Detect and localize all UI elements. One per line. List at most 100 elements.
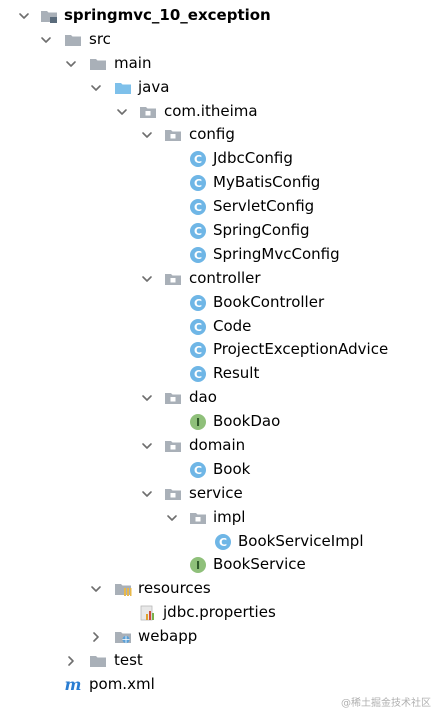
chevron-right-icon[interactable] [65, 655, 77, 667]
class-icon [189, 461, 207, 479]
project-tree: springmvc_10_exception src main java com… [0, 4, 439, 697]
properties-file-icon [139, 604, 157, 622]
tree-node-label: controller [189, 268, 261, 287]
class-icon [189, 198, 207, 216]
tree-node-webapp[interactable]: webapp [0, 625, 439, 649]
tree-node-label: springmvc_10_exception [64, 6, 271, 24]
package-icon [164, 485, 182, 503]
chevron-down-icon[interactable] [141, 273, 153, 285]
source-root-folder-icon [114, 79, 132, 97]
class-icon [189, 318, 207, 336]
tree-node-config[interactable]: config [0, 123, 439, 147]
tree-node-interface[interactable]: BookService [0, 553, 439, 577]
tree-node-label: resources [138, 579, 211, 598]
class-icon [189, 150, 207, 168]
class-icon [214, 533, 232, 551]
tree-node-class[interactable]: BookServiceImpl [0, 530, 439, 554]
tree-node-label: src [89, 29, 111, 48]
tree-node-impl[interactable]: impl [0, 506, 439, 530]
tree-node-label: impl [213, 507, 246, 526]
class-icon [189, 341, 207, 359]
tree-node-java[interactable]: java [0, 76, 439, 100]
tree-node-class[interactable]: SpringMvcConfig [0, 243, 439, 267]
tree-node-label: ServletConfig [213, 197, 315, 216]
folder-icon [89, 55, 107, 73]
tree-node-controller[interactable]: controller [0, 267, 439, 291]
resources-folder-icon [114, 580, 132, 598]
chevron-down-icon[interactable] [90, 82, 102, 94]
tree-node-label: ProjectExceptionAdvice [213, 340, 389, 359]
tree-node-interface[interactable]: BookDao [0, 410, 439, 434]
tree-node-label: SpringConfig [213, 221, 310, 240]
package-icon [139, 103, 157, 121]
tree-node-label: config [189, 125, 235, 144]
tree-node-label: pom.xml [89, 674, 155, 693]
class-icon [189, 246, 207, 264]
tree-node-label: webapp [138, 627, 198, 646]
interface-icon [189, 556, 207, 574]
chevron-down-icon[interactable] [166, 512, 178, 524]
folder-icon [89, 652, 107, 670]
tree-node-label: BookService [213, 555, 306, 574]
tree-node-service[interactable]: service [0, 482, 439, 506]
chevron-right-icon[interactable] [90, 631, 102, 643]
tree-node-label: BookController [213, 292, 325, 311]
package-icon [189, 509, 207, 527]
tree-node-test[interactable]: test [0, 649, 439, 673]
tree-node-label: BookServiceImpl [238, 531, 364, 550]
package-icon [164, 389, 182, 407]
watermark: @稀土掘金技术社区 [341, 698, 431, 709]
tree-node-class[interactable]: ProjectExceptionAdvice [0, 338, 439, 362]
tree-node-class[interactable]: BookController [0, 291, 439, 315]
tree-node-label: java [138, 77, 170, 96]
chevron-down-icon[interactable] [141, 392, 153, 404]
package-icon [164, 437, 182, 455]
tree-node-domain[interactable]: domain [0, 434, 439, 458]
tree-node-label: Book [213, 459, 251, 478]
tree-node-label: JdbcConfig [213, 149, 293, 168]
class-icon [189, 365, 207, 383]
chevron-down-icon[interactable] [65, 58, 77, 70]
chevron-down-icon[interactable] [40, 34, 52, 46]
tree-node-label: MyBatisConfig [213, 173, 321, 192]
class-icon [189, 174, 207, 192]
tree-node-src[interactable]: src [0, 28, 439, 52]
tree-node-class[interactable]: Code [0, 315, 439, 339]
class-icon [189, 222, 207, 240]
package-icon [164, 126, 182, 144]
tree-node-label: Code [213, 316, 252, 335]
web-folder-icon [114, 628, 132, 646]
chevron-down-icon[interactable] [141, 129, 153, 141]
tree-node-root[interactable]: springmvc_10_exception [0, 4, 439, 28]
tree-node-label: com.itheima [164, 101, 258, 120]
interface-icon [189, 413, 207, 431]
class-icon [189, 294, 207, 312]
tree-node-resources[interactable]: resources [0, 577, 439, 601]
tree-node-label: dao [189, 388, 217, 407]
tree-node-dao[interactable]: dao [0, 386, 439, 410]
folder-icon [64, 31, 82, 49]
module-folder-icon [40, 7, 58, 25]
tree-node-label: domain [189, 436, 246, 455]
chevron-down-icon[interactable] [141, 488, 153, 500]
tree-node-class[interactable]: JdbcConfig [0, 147, 439, 171]
tree-node-file[interactable]: jdbc.properties [0, 601, 439, 625]
tree-node-class[interactable]: SpringConfig [0, 219, 439, 243]
chevron-down-icon[interactable] [18, 10, 30, 22]
chevron-down-icon[interactable] [116, 106, 128, 118]
chevron-down-icon[interactable] [90, 583, 102, 595]
tree-node-main[interactable]: main [0, 52, 439, 76]
tree-node-label: Result [213, 364, 260, 383]
chevron-down-icon[interactable] [141, 440, 153, 452]
tree-node-class[interactable]: ServletConfig [0, 195, 439, 219]
tree-node-package[interactable]: com.itheima [0, 100, 439, 124]
tree-node-label: service [189, 483, 243, 502]
tree-node-label: main [114, 53, 152, 72]
tree-node-class[interactable]: Result [0, 362, 439, 386]
package-icon [164, 270, 182, 288]
maven-icon [64, 676, 82, 694]
tree-node-label: SpringMvcConfig [213, 244, 340, 263]
tree-node-class[interactable]: Book [0, 458, 439, 482]
tree-node-class[interactable]: MyBatisConfig [0, 171, 439, 195]
tree-node-label: jdbc.properties [163, 603, 276, 622]
